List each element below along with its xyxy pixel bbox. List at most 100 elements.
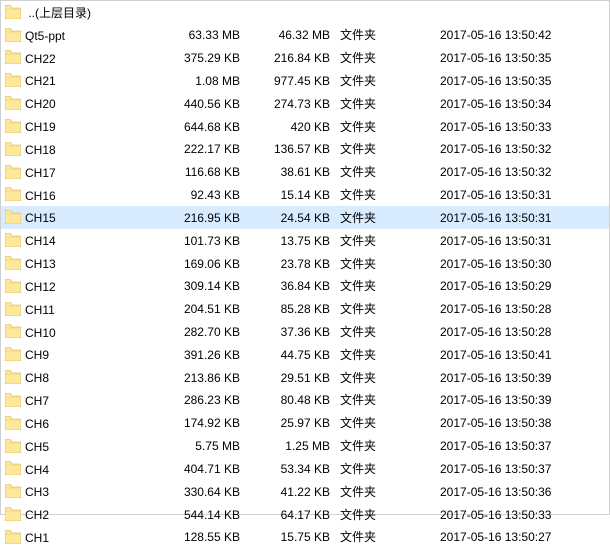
file-type: 文件夹 xyxy=(336,366,406,389)
size-compressed: 15.14 KB xyxy=(246,184,336,207)
size-compressed: 46.32 MB xyxy=(246,24,336,47)
file-date: 2017-05-16 13:50:37 xyxy=(436,458,609,481)
file-name: CH5 xyxy=(25,440,49,454)
folder-icon xyxy=(5,302,21,316)
file-date: 2017-05-16 13:50:30 xyxy=(436,252,609,275)
size-compressed: 29.51 KB xyxy=(246,366,336,389)
size-original: 282.70 KB xyxy=(156,321,246,344)
file-name: CH8 xyxy=(25,371,49,385)
folder-icon xyxy=(5,96,21,110)
table-row[interactable]: CH4404.71 KB53.34 KB文件夹2017-05-16 13:50:… xyxy=(1,458,609,481)
file-type: 文件夹 xyxy=(336,389,406,412)
file-name: CH15 xyxy=(25,211,56,225)
file-date: 2017-05-16 13:50:34 xyxy=(436,92,609,115)
folder-icon xyxy=(5,279,21,293)
file-type: 文件夹 xyxy=(336,206,406,229)
size-compressed: 25.97 KB xyxy=(246,412,336,435)
size-original: 92.43 KB xyxy=(156,184,246,207)
file-date: 2017-05-16 13:50:39 xyxy=(436,389,609,412)
table-row[interactable]: CH11204.51 KB85.28 KB文件夹2017-05-16 13:50… xyxy=(1,298,609,321)
table-row[interactable]: CH13169.06 KB23.78 KB文件夹2017-05-16 13:50… xyxy=(1,252,609,275)
file-name: CH17 xyxy=(25,166,56,180)
table-row[interactable]: CH14101.73 KB13.75 KB文件夹2017-05-16 13:50… xyxy=(1,229,609,252)
file-name: CH18 xyxy=(25,143,56,157)
file-name: CH13 xyxy=(25,257,56,271)
parent-dir-row[interactable]: ..(上层目录) xyxy=(1,1,609,24)
file-type: 文件夹 xyxy=(336,252,406,275)
table-row[interactable]: CH1128.55 KB15.75 KB文件夹2017-05-16 13:50:… xyxy=(1,526,609,549)
table-row[interactable]: CH1692.43 KB15.14 KB文件夹2017-05-16 13:50:… xyxy=(1,184,609,207)
file-list: ..(上层目录) Qt5-ppt63.33 MB46.32 MB文件夹2017-… xyxy=(1,1,609,549)
folder-icon xyxy=(5,416,21,430)
file-type: 文件夹 xyxy=(336,275,406,298)
table-row[interactable]: Qt5-ppt63.33 MB46.32 MB文件夹2017-05-16 13:… xyxy=(1,24,609,47)
size-compressed: 38.61 KB xyxy=(246,161,336,184)
file-date: 2017-05-16 13:50:29 xyxy=(436,275,609,298)
size-original: 1.08 MB xyxy=(156,69,246,92)
size-original: 440.56 KB xyxy=(156,92,246,115)
table-row[interactable]: CH55.75 MB1.25 MB文件夹2017-05-16 13:50:37 xyxy=(1,435,609,458)
size-original: 309.14 KB xyxy=(156,275,246,298)
table-row[interactable]: CH6174.92 KB25.97 KB文件夹2017-05-16 13:50:… xyxy=(1,412,609,435)
table-row[interactable]: CH17116.68 KB38.61 KB文件夹2017-05-16 13:50… xyxy=(1,161,609,184)
table-row[interactable]: CH22375.29 KB216.84 KB文件夹2017-05-16 13:5… xyxy=(1,47,609,70)
file-name: CH11 xyxy=(25,303,55,317)
size-original: 216.95 KB xyxy=(156,206,246,229)
folder-icon xyxy=(5,484,21,498)
size-compressed: 15.75 KB xyxy=(246,526,336,549)
size-original: 63.33 MB xyxy=(156,24,246,47)
size-original: 222.17 KB xyxy=(156,138,246,161)
size-original: 5.75 MB xyxy=(156,435,246,458)
size-original: 391.26 KB xyxy=(156,343,246,366)
table-row[interactable]: CH8213.86 KB29.51 KB文件夹2017-05-16 13:50:… xyxy=(1,366,609,389)
size-compressed: 24.54 KB xyxy=(246,206,336,229)
folder-icon xyxy=(5,256,21,270)
size-compressed: 36.84 KB xyxy=(246,275,336,298)
size-compressed: 85.28 KB xyxy=(246,298,336,321)
file-type: 文件夹 xyxy=(336,458,406,481)
file-date: 2017-05-16 13:50:28 xyxy=(436,321,609,344)
folder-icon xyxy=(5,50,21,64)
file-name: CH22 xyxy=(25,51,56,65)
size-compressed: 37.36 KB xyxy=(246,321,336,344)
file-type: 文件夹 xyxy=(336,47,406,70)
table-row[interactable]: CH18222.17 KB136.57 KB文件夹2017-05-16 13:5… xyxy=(1,138,609,161)
size-original: 204.51 KB xyxy=(156,298,246,321)
file-date: 2017-05-16 13:50:39 xyxy=(436,366,609,389)
size-original: 169.06 KB xyxy=(156,252,246,275)
file-name: CH4 xyxy=(25,462,49,476)
table-row[interactable]: CH10282.70 KB37.36 KB文件夹2017-05-16 13:50… xyxy=(1,321,609,344)
table-row[interactable]: CH15216.95 KB24.54 KB文件夹2017-05-16 13:50… xyxy=(1,206,609,229)
table-row[interactable]: CH7286.23 KB80.48 KB文件夹2017-05-16 13:50:… xyxy=(1,389,609,412)
size-compressed: 13.75 KB xyxy=(246,229,336,252)
table-row[interactable]: CH12309.14 KB36.84 KB文件夹2017-05-16 13:50… xyxy=(1,275,609,298)
size-original: 116.68 KB xyxy=(156,161,246,184)
folder-icon xyxy=(5,324,21,338)
file-date: 2017-05-16 13:50:31 xyxy=(436,229,609,252)
size-original: 128.55 KB xyxy=(156,526,246,549)
file-type: 文件夹 xyxy=(336,412,406,435)
table-row[interactable]: CH9391.26 KB44.75 KB文件夹2017-05-16 13:50:… xyxy=(1,343,609,366)
folder-icon xyxy=(5,507,21,521)
size-compressed: 420 KB xyxy=(246,115,336,138)
folder-icon xyxy=(5,210,21,224)
folder-icon xyxy=(5,73,21,87)
table-row[interactable]: CH20440.56 KB274.73 KB文件夹2017-05-16 13:5… xyxy=(1,92,609,115)
file-date: 2017-05-16 13:50:37 xyxy=(436,435,609,458)
folder-icon xyxy=(5,393,21,407)
file-type: 文件夹 xyxy=(336,321,406,344)
file-name: CH19 xyxy=(25,120,56,134)
table-row[interactable]: CH19644.68 KB420 KB文件夹2017-05-16 13:50:3… xyxy=(1,115,609,138)
folder-icon xyxy=(5,119,21,133)
file-date: 2017-05-16 13:50:35 xyxy=(436,69,609,92)
file-date: 2017-05-16 13:50:31 xyxy=(436,184,609,207)
file-type: 文件夹 xyxy=(336,69,406,92)
folder-icon xyxy=(5,187,21,201)
table-row[interactable]: CH211.08 MB977.45 KB文件夹2017-05-16 13:50:… xyxy=(1,69,609,92)
table-row[interactable]: CH3330.64 KB41.22 KB文件夹2017-05-16 13:50:… xyxy=(1,480,609,503)
size-compressed: 41.22 KB xyxy=(246,480,336,503)
file-name: CH2 xyxy=(25,508,49,522)
size-compressed: 136.57 KB xyxy=(246,138,336,161)
size-original: 101.73 KB xyxy=(156,229,246,252)
folder-icon xyxy=(5,461,21,475)
